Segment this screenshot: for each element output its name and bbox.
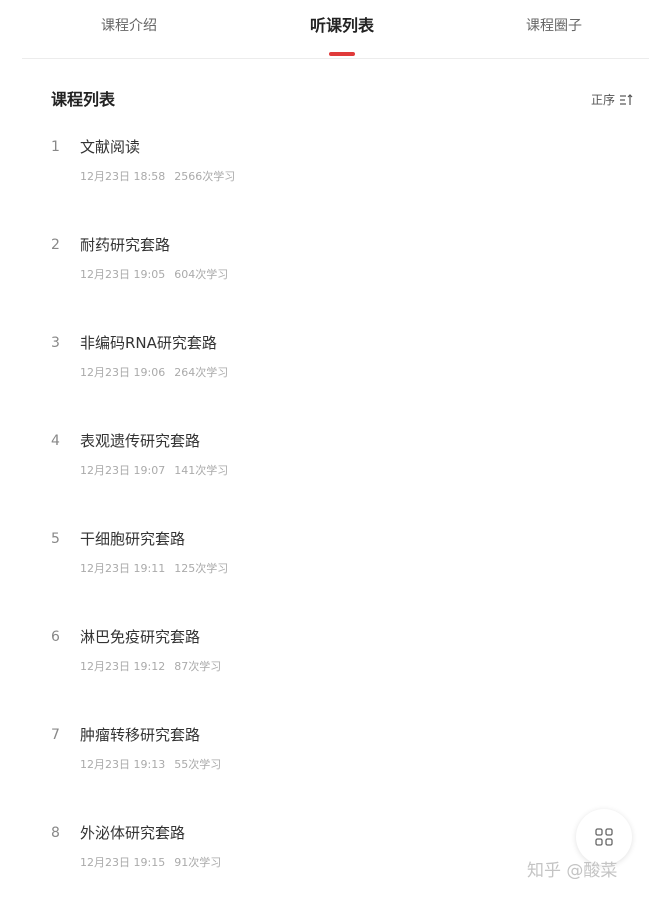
lesson-item[interactable]: 3 非编码RNA研究套路 12月23日 19:06 264次学习 [40,333,560,403]
lesson-meta: 12月23日 19:15 91次学习 [80,855,221,871]
lesson-time: 12月23日 19:12 [80,660,166,673]
lesson-title: 文献阅读 [80,138,141,156]
lesson-number: 5 [51,531,60,547]
lesson-number: 8 [51,825,60,841]
sort-label: 正序 [590,93,615,107]
lesson-time: 12月23日 19:05 [80,268,166,281]
lesson-meta: 12月23日 19:07 141次学习 [80,463,228,479]
lesson-title: 淋巴免疫研究套路 [80,628,201,646]
lesson-study-count: 264次学习 [174,366,229,379]
tab-lesson-list[interactable]: 听课列表 [292,0,392,52]
lesson-item[interactable]: 7 肿瘤转移研究套路 12月23日 19:13 55次学习 [40,725,560,795]
lesson-study-count: 55次学习 [174,758,222,771]
lesson-title: 非编码RNA研究套路 [80,334,217,352]
lesson-title: 干细胞研究套路 [80,530,186,548]
lesson-meta: 12月23日 19:06 264次学习 [80,365,228,381]
lesson-time: 12月23日 19:07 [80,464,166,477]
lesson-number: 7 [51,727,60,743]
lesson-item[interactable]: 5 干细胞研究套路 12月23日 19:11 125次学习 [40,529,560,599]
lesson-time: 12月23日 19:06 [80,366,166,379]
lesson-item[interactable]: 8 外泌体研究套路 12月23日 19:15 91次学习 [40,823,560,893]
lesson-number: 6 [51,629,60,645]
lesson-meta: 12月23日 19:13 55次学习 [80,757,221,773]
list-title: 课程列表 [51,90,116,109]
sort-button[interactable]: 正序 [591,90,633,110]
lesson-number: 1 [51,139,60,155]
lesson-time: 12月23日 19:13 [80,758,166,771]
lesson-meta: 12月23日 18:58 2566次学习 [80,169,235,185]
lesson-title: 肿瘤转移研究套路 [80,726,201,744]
floating-menu-button[interactable] [576,809,632,865]
lesson-item[interactable]: 4 表观遗传研究套路 12月23日 19:07 141次学习 [40,431,560,501]
lesson-study-count: 91次学习 [174,856,222,869]
lesson-item[interactable]: 2 耐药研究套路 12月23日 19:05 604次学习 [40,235,560,305]
lesson-number: 2 [51,237,60,253]
lesson-title: 耐药研究套路 [80,236,171,254]
lesson-number: 3 [51,335,60,351]
lesson-meta: 12月23日 19:11 125次学习 [80,561,228,577]
lesson-time: 12月23日 19:15 [80,856,166,869]
lesson-number: 4 [51,433,60,449]
lesson-study-count: 141次学习 [174,464,229,477]
lesson-study-count: 604次学习 [174,268,229,281]
active-tab-indicator [329,52,355,56]
tab-course-circle[interactable]: 课程圈子 [506,0,602,52]
watermark: 知乎 @酸菜 [527,861,618,881]
sort-icon [620,94,633,105]
lesson-meta: 12月23日 19:12 87次学习 [80,659,221,675]
course-page: 课程介绍 听课列表 课程圈子 课程列表 正序 1 文献阅读 12月23日 18:… [0,0,649,899]
lesson-item[interactable]: 1 文献阅读 12月23日 18:58 2566次学习 [40,137,560,207]
lesson-study-count: 125次学习 [174,562,229,575]
lesson-item[interactable]: 6 淋巴免疫研究套路 12月23日 19:12 87次学习 [40,627,560,697]
lesson-study-count: 87次学习 [174,660,222,673]
lesson-time: 12月23日 18:58 [80,170,166,183]
tab-bar: 课程介绍 听课列表 课程圈子 [22,0,649,59]
lesson-time: 12月23日 19:11 [80,562,166,575]
lesson-meta: 12月23日 19:05 604次学习 [80,267,228,283]
grid-icon [595,828,613,846]
lesson-title: 表观遗传研究套路 [80,432,201,450]
lesson-study-count: 2566次学习 [174,170,236,183]
tab-course-intro[interactable]: 课程介绍 [82,0,176,52]
lesson-title: 外泌体研究套路 [80,824,186,842]
